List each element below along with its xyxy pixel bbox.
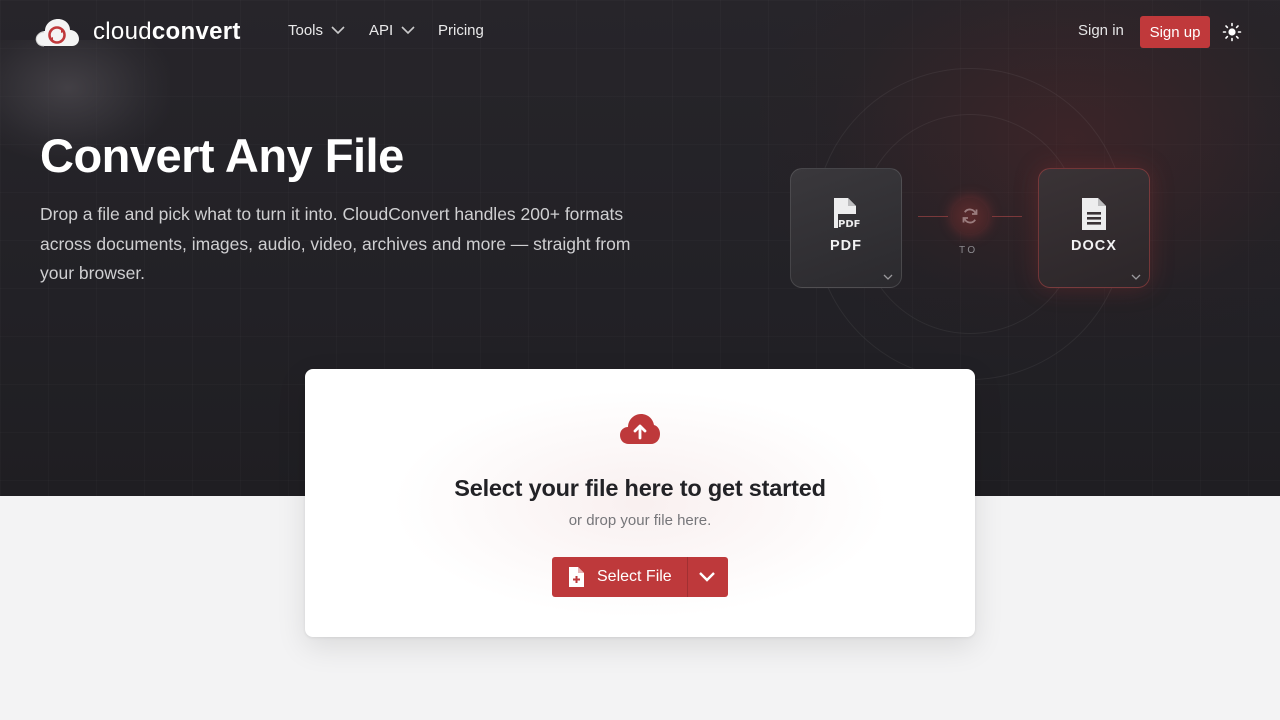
sign-up-label: Sign up [1149, 23, 1201, 41]
file-plus-icon [568, 567, 584, 587]
chevron-down-icon [883, 274, 893, 280]
target-format-label: DOCX [1071, 238, 1117, 254]
nav-pricing[interactable]: Pricing [438, 22, 484, 39]
chevron-down-icon [401, 26, 415, 35]
nav-api[interactable]: API [369, 22, 415, 39]
top-navigation: cloudconvert Tools API Pricing Sign in S… [0, 0, 1280, 64]
connector-label: TO [959, 245, 978, 256]
nav-tools-label: Tools [288, 22, 324, 39]
logo[interactable]: cloudconvert [34, 16, 241, 48]
cloud-logo-icon [34, 16, 80, 48]
upload-dropzone[interactable]: Select your file here to get started or … [305, 369, 975, 637]
nav-pricing-label: Pricing [438, 22, 484, 39]
nav-api-label: API [369, 22, 394, 39]
connector-line-left [918, 216, 948, 217]
chevron-down-icon [331, 26, 345, 35]
sign-up-button[interactable]: Sign up [1140, 16, 1210, 48]
source-format-selector[interactable]: PDF PDF [790, 168, 902, 288]
cloud-upload-icon [620, 413, 660, 445]
pdf-file-icon: PDF [829, 197, 863, 233]
convert-icon [952, 198, 988, 234]
select-file-button[interactable]: Select File [552, 557, 728, 597]
upload-subtitle: or drop your file here. [568, 512, 712, 529]
logo-text: cloudconvert [93, 18, 241, 45]
sun-icon[interactable] [1222, 22, 1242, 42]
target-format-selector[interactable]: DOCX [1038, 168, 1150, 288]
page-title: Convert Any File [40, 129, 404, 182]
select-file-label: Select File [597, 568, 672, 585]
document-file-icon [1077, 197, 1111, 233]
hero-description: Drop a file and pick what to turn it int… [40, 204, 631, 283]
svg-text:PDF: PDF [838, 219, 860, 230]
button-divider [687, 557, 688, 597]
connector-line-right [992, 216, 1022, 217]
sign-in-link[interactable]: Sign in [1078, 22, 1124, 39]
chevron-down-icon[interactable] [698, 570, 716, 584]
upload-title: Select your file here to get started [454, 475, 826, 501]
source-format-label: PDF [830, 238, 862, 254]
nav-tools[interactable]: Tools [288, 22, 345, 39]
chevron-down-icon [1131, 274, 1141, 280]
